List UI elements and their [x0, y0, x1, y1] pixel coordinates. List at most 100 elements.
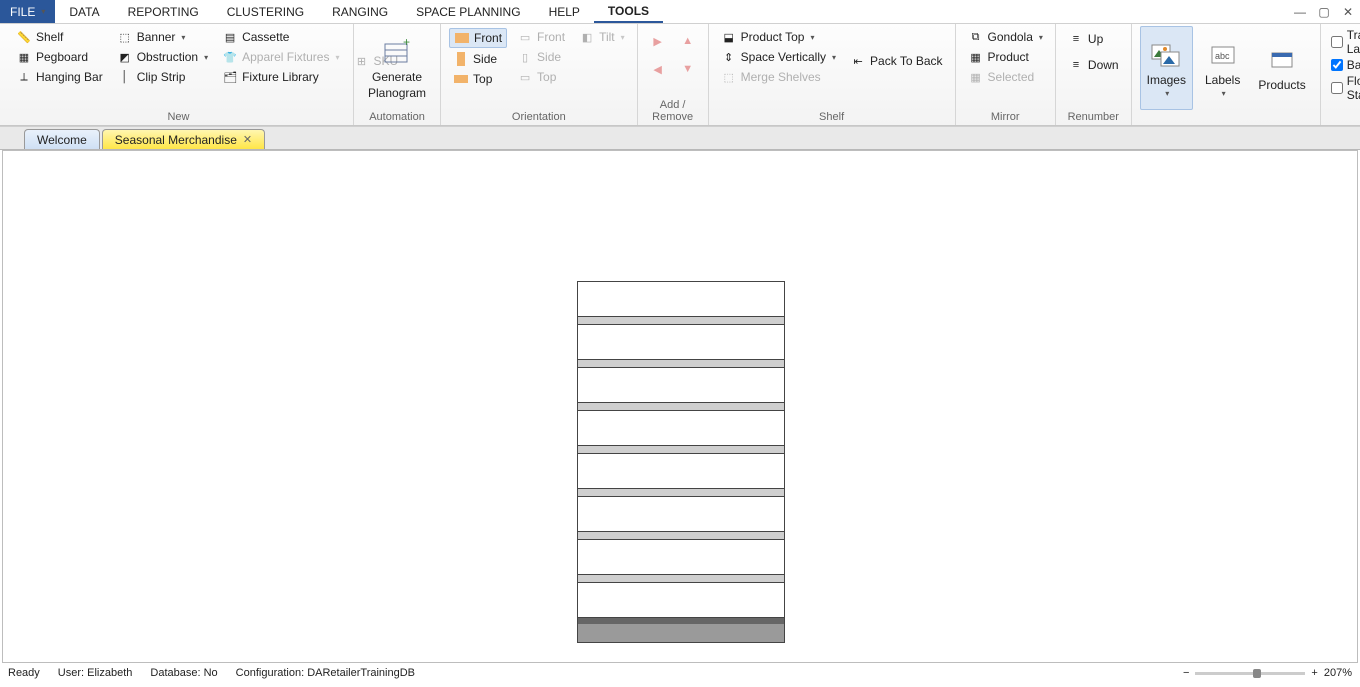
zoom-control[interactable]: − + 207% — [1183, 667, 1352, 679]
group-label-orientation: Orientation — [449, 110, 629, 125]
labels-icon: abc — [1207, 39, 1239, 71]
apparel-fixtures-button: 👕Apparel Fixtures▾ — [218, 48, 343, 66]
window-restore-icon[interactable]: ▢ — [1312, 0, 1336, 23]
merge-icon: ⬚ — [721, 69, 737, 85]
group-label-blank — [1140, 110, 1312, 125]
generate-planogram-button[interactable]: + Generate Planogram — [362, 26, 432, 110]
mirror-selected-button: ▦Selected — [964, 68, 1047, 86]
product-icon: ▦ — [968, 49, 984, 65]
renumber-up-icon: ≡ — [1068, 31, 1084, 47]
window-close-icon[interactable]: ✕ — [1336, 0, 1360, 23]
side-icon — [453, 51, 469, 67]
products-icon — [1266, 44, 1298, 76]
menu-ranging[interactable]: RANGING — [318, 0, 402, 23]
group-label-automation: Automation — [362, 110, 432, 125]
mirror-product-button[interactable]: ▦Product — [964, 48, 1047, 66]
side-button[interactable]: Side — [449, 50, 507, 68]
zoom-slider[interactable] — [1195, 672, 1305, 675]
apparel-icon: 👕 — [222, 49, 238, 65]
group-label-shelf: Shelf — [717, 110, 947, 125]
gondola-icon: ⧉ — [968, 29, 984, 45]
obstruction-button[interactable]: ◩Obstruction▾ — [113, 48, 212, 66]
remove-left-button: ◀ — [646, 60, 670, 78]
planogram-canvas[interactable] — [2, 150, 1358, 663]
menu-data[interactable]: DATA — [55, 0, 113, 23]
window-minimize-icon[interactable]: — — [1288, 0, 1312, 23]
status-user: User: Elizabeth — [58, 667, 133, 679]
transparent-checkbox[interactable]: Transparent Lab — [1329, 28, 1360, 56]
space-vertically-button[interactable]: ⇕Space Vertically▾ — [717, 48, 840, 66]
top2-button: ▭Top — [513, 68, 569, 86]
front-button[interactable]: Front — [449, 28, 507, 48]
group-label-mirror: Mirror — [964, 110, 1047, 125]
renumber-down-icon: ≡ — [1068, 57, 1084, 73]
status-ready: Ready — [8, 667, 40, 679]
arrow-add-right-icon: ▶ — [650, 33, 666, 49]
menu-help[interactable]: HELP — [535, 0, 594, 23]
menu-bar: FILE▾ DATA REPORTING CLUSTERING RANGING … — [0, 0, 1360, 24]
status-bar: Ready User: Elizabeth Database: No Confi… — [0, 663, 1360, 683]
remove-down-button: ▼ — [676, 60, 700, 78]
menu-tools[interactable]: TOOLS — [594, 0, 663, 23]
zoom-out-icon[interactable]: − — [1183, 667, 1189, 679]
obstruction-icon: ◩ — [117, 49, 133, 65]
status-database: Database: No — [150, 667, 217, 679]
arrow-remove-left-icon: ◀ — [650, 61, 666, 77]
menu-reporting[interactable]: REPORTING — [114, 0, 213, 23]
menu-clustering[interactable]: CLUSTERING — [213, 0, 318, 23]
tab-seasonal-merchandise[interactable]: Seasonal Merchandise ✕ — [102, 129, 265, 149]
product-top-icon: ⬓ — [721, 29, 737, 45]
fixture-library-button[interactable]: 🗂Fixture Library — [218, 68, 343, 86]
svg-text:+: + — [403, 36, 410, 49]
cassette-icon: ▤ — [222, 29, 238, 45]
pack-to-back-icon: ⇤ — [850, 53, 866, 69]
floating-checkbox[interactable]: Floating Status — [1329, 74, 1360, 102]
hanging-bar-button[interactable]: ⟂Hanging Bar — [12, 68, 107, 86]
add-up-button: ▲ — [676, 32, 700, 50]
svg-text:abc: abc — [1215, 51, 1230, 61]
document-tabs: Welcome Seasonal Merchandise ✕ — [0, 126, 1360, 150]
pegboard-button[interactable]: ▦Pegboard — [12, 48, 107, 66]
front-icon — [454, 30, 470, 46]
mirror-gondola-button[interactable]: ⧉Gondola▾ — [964, 28, 1047, 46]
status-config: Configuration: DARetailerTrainingDB — [236, 667, 415, 679]
add-right-button: ▶ — [646, 32, 670, 50]
front2-button: ▭Front — [513, 28, 569, 46]
hanging-bar-icon: ⟂ — [16, 69, 32, 85]
zoom-value: 207% — [1324, 667, 1352, 679]
pack-to-back-button[interactable]: ⇤Pack To Back — [846, 52, 946, 70]
renumber-down-button[interactable]: ≡Down — [1064, 56, 1123, 74]
shelf-button[interactable]: 📏Shelf — [12, 28, 107, 46]
menu-file[interactable]: FILE▾ — [0, 0, 55, 23]
clip-strip-button[interactable]: │Clip Strip — [113, 68, 212, 86]
products-button[interactable]: Products — [1252, 26, 1311, 110]
merge-shelves-button: ⬚Merge Shelves — [717, 68, 840, 86]
banners-checkbox[interactable]: Banners — [1329, 58, 1360, 72]
product-top-button[interactable]: ⬓Product Top▾ — [717, 28, 840, 46]
selected-icon: ▦ — [968, 69, 984, 85]
cassette-button[interactable]: ▤Cassette — [218, 28, 343, 46]
menu-space-planning[interactable]: SPACE PLANNING — [402, 0, 534, 23]
banner-button[interactable]: ⬚Banner▾ — [113, 28, 212, 46]
group-label-renumber: Renumber — [1064, 110, 1123, 125]
side2-button: ▯Side — [513, 48, 569, 66]
banner-icon: ⬚ — [117, 29, 133, 45]
arrow-add-up-icon: ▲ — [680, 33, 696, 49]
arrow-remove-down-icon: ▼ — [680, 61, 696, 77]
fixture-library-icon: 🗂 — [222, 69, 238, 85]
tilt-button: ◧Tilt▾ — [575, 28, 629, 46]
tab-welcome[interactable]: Welcome — [24, 129, 100, 149]
top2-icon: ▭ — [517, 69, 533, 85]
clip-strip-icon: │ — [117, 69, 133, 85]
images-icon — [1150, 39, 1182, 71]
ribbon: 📏Shelf ▦Pegboard ⟂Hanging Bar ⬚Banner▾ ◩… — [0, 24, 1360, 126]
pegboard-icon: ▦ — [16, 49, 32, 65]
top-button[interactable]: Top — [449, 70, 507, 88]
generate-planogram-icon: + — [381, 36, 413, 68]
labels-button[interactable]: abc Labels▾ — [1199, 26, 1246, 110]
tab-close-icon[interactable]: ✕ — [243, 133, 252, 146]
planogram-fixture[interactable] — [577, 281, 785, 643]
zoom-in-icon[interactable]: + — [1311, 667, 1317, 679]
images-button[interactable]: Images▾ — [1140, 26, 1193, 110]
renumber-up-button[interactable]: ≡Up — [1064, 30, 1123, 48]
